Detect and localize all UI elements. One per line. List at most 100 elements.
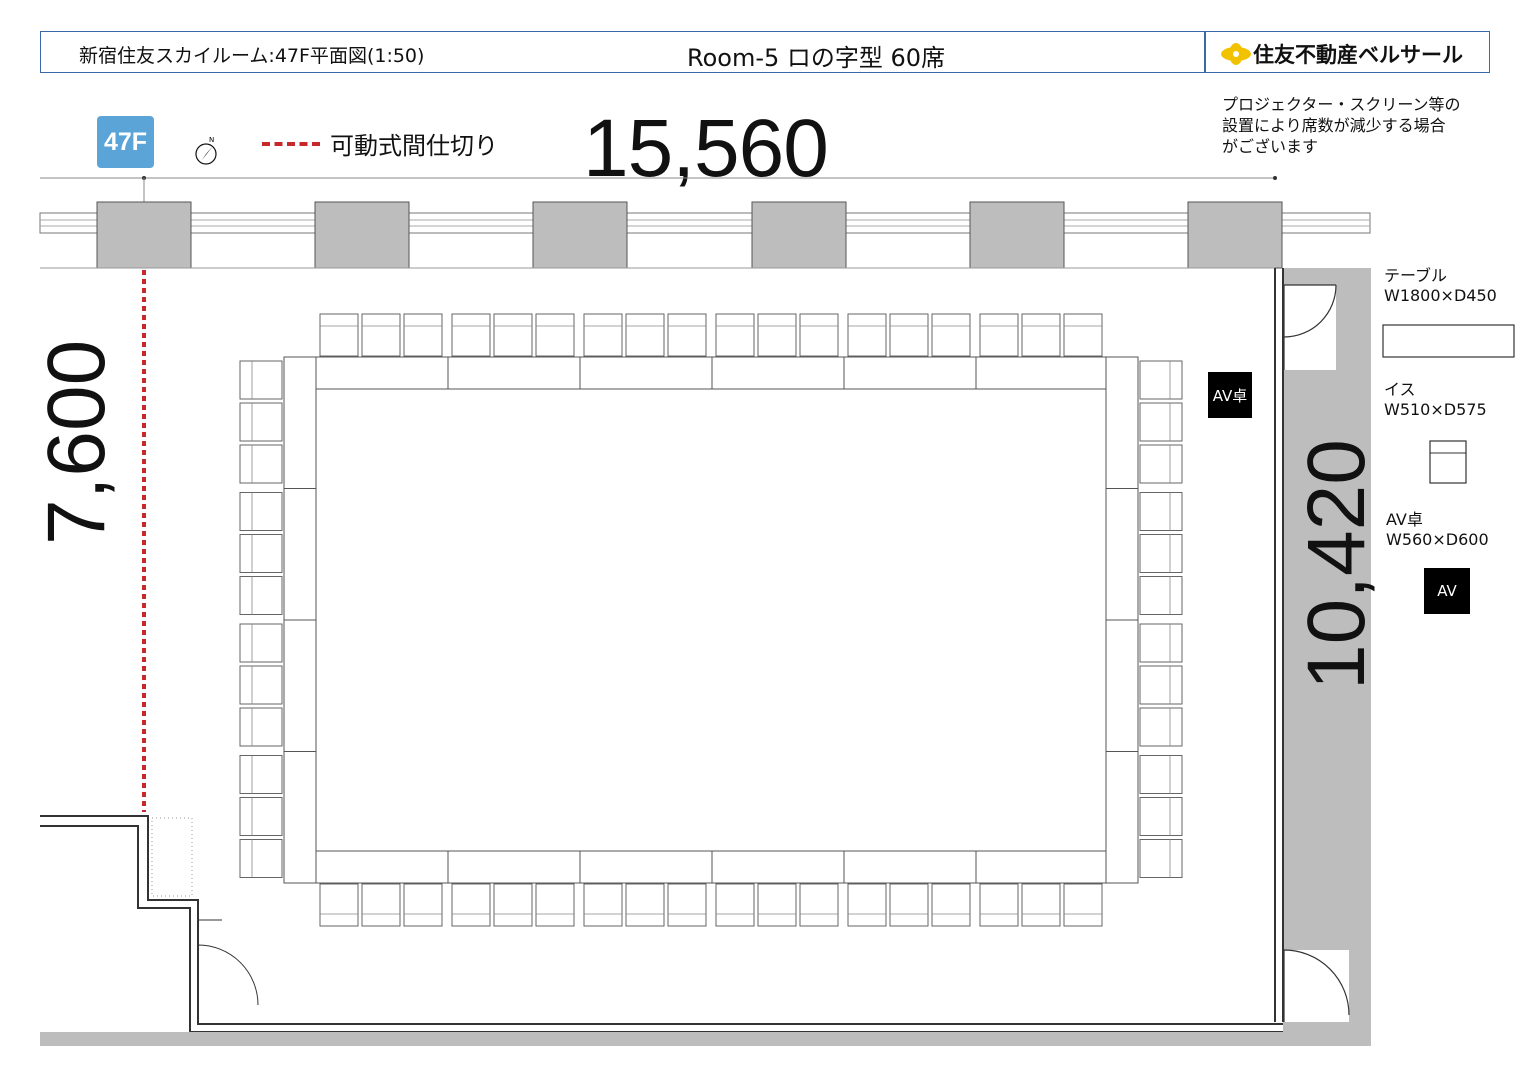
- chair: [583, 313, 623, 357]
- table-top: [975, 356, 1109, 390]
- chair: [1139, 665, 1183, 705]
- chair: [535, 313, 575, 357]
- columns: [96, 201, 1283, 269]
- legend-chair: イス W510×D575: [1384, 380, 1487, 420]
- table-bottom: [579, 850, 713, 884]
- chair: [239, 576, 283, 615]
- chair: [889, 313, 929, 357]
- chair: [1139, 402, 1183, 442]
- table-top: [711, 356, 845, 390]
- av-desk: AV卓: [1208, 372, 1252, 418]
- chair: [1021, 313, 1061, 357]
- chair: [319, 883, 359, 927]
- chair: [715, 883, 755, 927]
- chair: [1139, 755, 1183, 794]
- legend-av: AV卓 W560×D600: [1386, 510, 1489, 550]
- chair: [1021, 883, 1061, 927]
- chair: [403, 313, 443, 357]
- chair: [847, 313, 887, 357]
- seating-layout: [239, 313, 1183, 927]
- dimension-tick: [1273, 176, 1277, 180]
- chair: [239, 623, 283, 663]
- table-top: [843, 356, 977, 390]
- chair: [979, 313, 1019, 357]
- chair: [889, 883, 929, 927]
- legend-chair-shape: [1429, 440, 1467, 484]
- chair: [239, 839, 283, 878]
- chair: [667, 313, 707, 357]
- legend-chair-size: W510×D575: [1384, 400, 1487, 419]
- chair: [1139, 707, 1183, 747]
- bottom-wall-zone: [40, 1032, 1371, 1046]
- chair: [451, 883, 491, 927]
- table-top: [447, 356, 581, 390]
- depth-dimension: 10,420: [1291, 439, 1382, 690]
- chair: [757, 313, 797, 357]
- chair: [847, 883, 887, 927]
- table-bottom: [843, 850, 977, 884]
- chair: [361, 313, 401, 357]
- column: [532, 201, 628, 269]
- chair: [319, 313, 359, 357]
- chair: [667, 883, 707, 927]
- chair: [1139, 534, 1183, 573]
- column: [96, 201, 192, 269]
- legend-table-shape: [1382, 324, 1515, 358]
- chair: [799, 313, 839, 357]
- chair: [1139, 360, 1183, 400]
- legend-av-name: AV卓: [1386, 510, 1423, 529]
- chair: [979, 883, 1019, 927]
- legend-table-name: テーブル: [1384, 266, 1448, 285]
- chair: [239, 797, 283, 836]
- chair: [799, 883, 839, 927]
- chair: [625, 313, 665, 357]
- table-top: [315, 356, 449, 390]
- chair: [931, 313, 971, 357]
- table-right: [1105, 488, 1139, 621]
- column: [314, 201, 410, 269]
- table-bottom: [711, 850, 845, 884]
- chair: [1139, 839, 1183, 878]
- legend-table: テーブル W1800×D450: [1384, 266, 1497, 306]
- chair: [715, 313, 755, 357]
- chair: [239, 755, 283, 794]
- chair: [239, 360, 283, 400]
- chair: [403, 883, 443, 927]
- chair: [583, 883, 623, 927]
- column: [969, 201, 1065, 269]
- legend-av-size: W560×D600: [1386, 530, 1489, 549]
- chair: [451, 313, 491, 357]
- chair: [757, 883, 797, 927]
- table-left: [283, 356, 317, 489]
- table-left: [283, 619, 317, 752]
- chair: [1139, 576, 1183, 615]
- chair: [1139, 623, 1183, 663]
- table-bottom: [975, 850, 1109, 884]
- chair: [239, 665, 283, 705]
- table-left: [283, 488, 317, 621]
- chair: [239, 444, 283, 484]
- chair: [1139, 492, 1183, 531]
- column: [751, 201, 847, 269]
- chair: [1063, 313, 1103, 357]
- column: [1187, 201, 1283, 269]
- chair: [239, 707, 283, 747]
- chair: [625, 883, 665, 927]
- chair: [493, 313, 533, 357]
- chair: [361, 883, 401, 927]
- legend-table-size: W1800×D450: [1384, 286, 1497, 305]
- legend-chair-name: イス: [1384, 380, 1416, 399]
- door-opening-upper: [1284, 285, 1336, 370]
- window-wall: [39, 212, 1371, 234]
- table-right: [1105, 751, 1139, 884]
- table-right: [1105, 356, 1139, 489]
- chair: [239, 402, 283, 442]
- chair: [1139, 797, 1183, 836]
- chair: [493, 883, 533, 927]
- chair: [535, 883, 575, 927]
- door-opening-lower: [1284, 950, 1349, 1022]
- legend-av-symbol: AV: [1424, 568, 1470, 614]
- table-left: [283, 751, 317, 884]
- table-top: [579, 356, 713, 390]
- chair: [931, 883, 971, 927]
